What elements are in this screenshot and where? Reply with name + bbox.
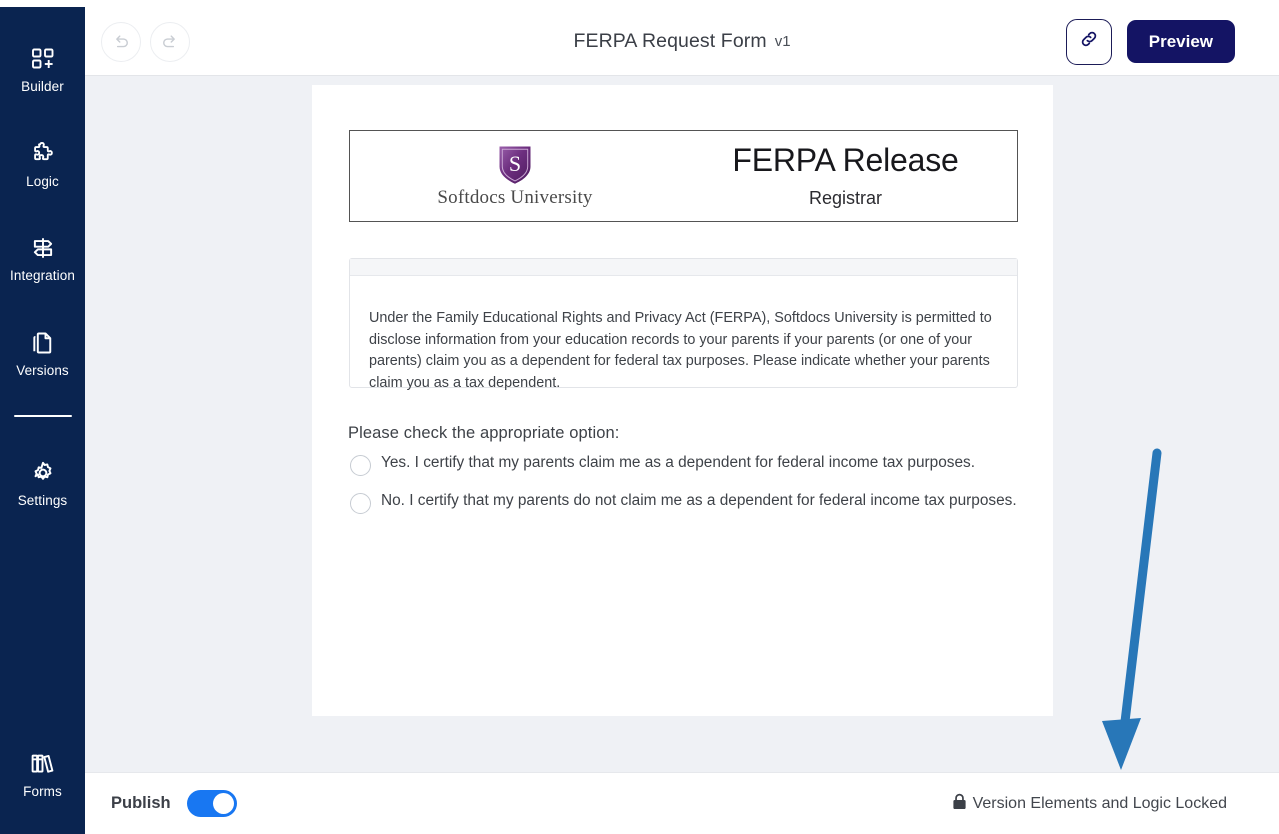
university-name: Softdocs University [437, 187, 593, 208]
undo-arrow-icon [111, 32, 131, 52]
sidebar-item-label: Logic [26, 173, 59, 189]
sidebar-item-label: Forms [23, 783, 62, 799]
app-root: Builder Logic Integration Versions Setti… [0, 0, 1279, 834]
signpost-icon [28, 233, 58, 263]
sidebar-item-versions[interactable]: Versions [0, 319, 85, 384]
bottom-status-bar: Publish Version Elements and Logic Locke… [85, 772, 1279, 834]
page-title: FERPA Request Form [573, 30, 767, 52]
builder-grid-plus-icon [28, 44, 58, 74]
radio-option-label: No. I certify that my parents do not cla… [381, 492, 1017, 509]
form-header-widget[interactable]: S Softdocs University FERPA Release Regi… [349, 130, 1018, 222]
share-link-button[interactable] [1065, 18, 1112, 65]
text-block-toolbar[interactable] [350, 259, 1017, 276]
sidebar-item-label: Builder [21, 79, 64, 94]
sidebar-item-builder[interactable]: Builder [0, 35, 85, 100]
form-canvas: S Softdocs University FERPA Release Regi… [312, 85, 1053, 716]
undo-button[interactable] [101, 21, 141, 62]
preview-button[interactable]: Preview [1126, 20, 1235, 63]
books-icon [28, 749, 58, 779]
text-block-body: Under the Family Educational Rights and … [350, 276, 1017, 394]
sidebar-divider [13, 415, 72, 417]
publish-label: Publish [111, 794, 171, 812]
sidebar-item-integration[interactable]: Integration [0, 224, 85, 289]
gear-icon [28, 458, 58, 488]
sidebar-item-forms[interactable]: Forms [0, 740, 85, 805]
lock-status-text: Version Elements and Logic Locked [972, 794, 1227, 812]
documents-copy-icon [28, 328, 58, 358]
radio-circle-icon[interactable] [350, 493, 371, 514]
version-badge: v1 [774, 33, 791, 50]
sidebar-item-label: Versions [16, 362, 69, 378]
sidebar-item-label: Settings [17, 493, 68, 508]
radio-option-label: Yes. I certify that my parents claim me … [381, 454, 975, 471]
link-chain-icon [1078, 28, 1100, 55]
radio-option-no[interactable]: No. I certify that my parents do not cla… [348, 491, 1028, 514]
ferpa-description-text: Under the Family Educational Rights and … [369, 310, 992, 391]
radio-circle-icon[interactable] [350, 455, 371, 476]
top-toolbar: FERPA Request Form v1 Preview [85, 7, 1279, 76]
publish-group: Publish [111, 790, 237, 817]
form-header-subtitle: Registrar [808, 187, 883, 208]
form-workspace: S Softdocs University FERPA Release Regi… [85, 76, 1279, 772]
text-block-widget[interactable]: Under the Family Educational Rights and … [349, 258, 1018, 391]
topbar-actions: Preview [1065, 7, 1235, 76]
puzzle-piece-icon [28, 139, 58, 169]
lock-closed-icon [952, 793, 967, 815]
left-sidebar: Builder Logic Integration Versions Setti… [0, 7, 85, 834]
publish-toggle[interactable] [186, 790, 237, 817]
radio-option-yes[interactable]: Yes. I certify that my parents claim me … [348, 453, 1028, 476]
logo-block: S Softdocs University [350, 143, 680, 209]
radio-group-widget[interactable]: Please check the appropriate option: Yes… [348, 424, 1028, 529]
form-header-title-block: FERPA Release Registrar [680, 143, 1017, 208]
undo-redo-group [101, 7, 190, 76]
redo-arrow-icon [160, 32, 180, 52]
sidebar-item-logic[interactable]: Logic [0, 130, 85, 195]
sidebar-item-settings[interactable]: Settings [0, 449, 85, 514]
redo-button[interactable] [150, 21, 190, 62]
softdocs-shield-logo: S [497, 143, 533, 185]
toggle-knob [212, 793, 234, 814]
svg-text:S: S [509, 151, 521, 176]
version-lock-status: Version Elements and Logic Locked [952, 793, 1227, 815]
form-header-title: FERPA Release [732, 142, 959, 179]
sidebar-item-label: Integration [10, 268, 75, 283]
radio-group-label: Please check the appropriate option: [348, 424, 620, 442]
